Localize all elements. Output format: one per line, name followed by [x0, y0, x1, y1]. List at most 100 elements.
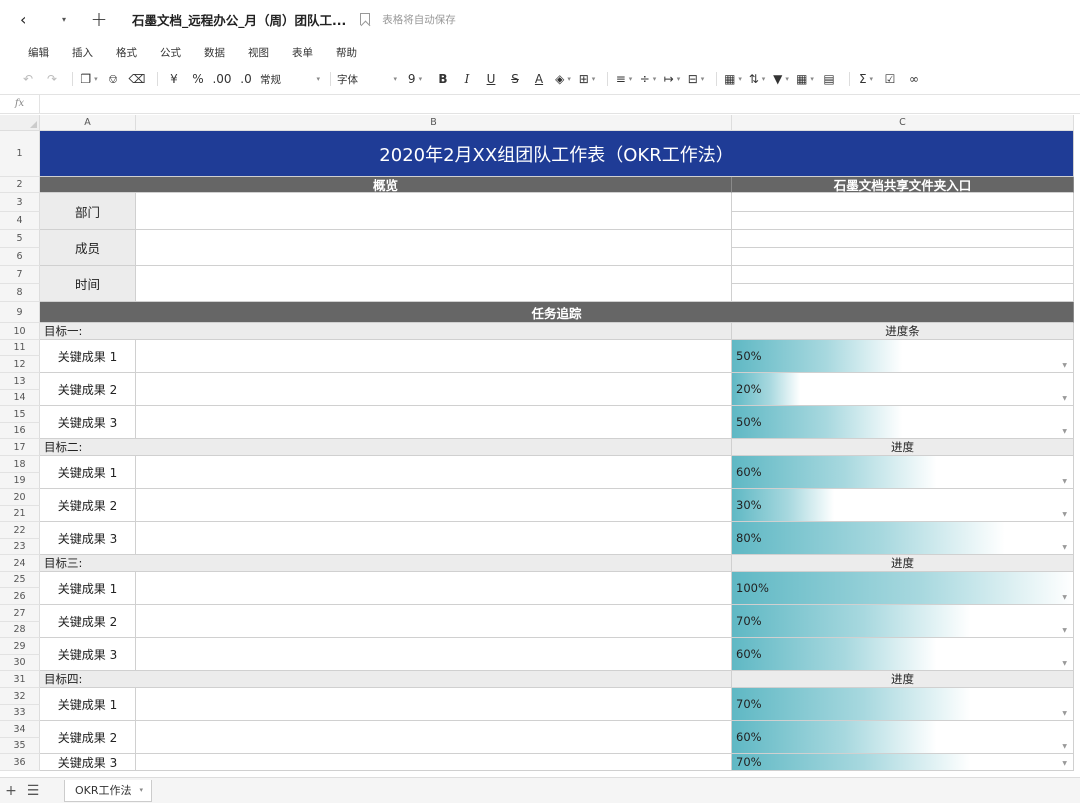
info-value-cell[interactable] [136, 193, 732, 230]
tracking-header[interactable]: 任务追踪 [40, 302, 1074, 323]
currency-button[interactable]: ¥ [164, 68, 184, 90]
key-result-content-cell[interactable] [136, 572, 732, 605]
progress-bar-cell[interactable]: 70% ▼ [732, 605, 1074, 638]
italic-button[interactable]: I [457, 68, 477, 90]
underline-button[interactable]: U [481, 68, 501, 90]
progress-header[interactable]: 进度 [732, 555, 1074, 572]
key-result-label[interactable]: 关键成果 2 [40, 489, 136, 522]
objective-label[interactable]: 目标四: [40, 671, 732, 688]
progress-bar-cell[interactable]: 80% ▼ [732, 522, 1074, 555]
back-arrow-icon[interactable]: ‹ [20, 10, 26, 29]
align-left-icon[interactable]: ≡ ▾ [614, 68, 634, 90]
menu-edit[interactable]: 编辑 [28, 45, 49, 60]
info-value-cell[interactable] [136, 266, 732, 302]
progress-header[interactable]: 进度条 [732, 323, 1074, 340]
progress-bar-cell[interactable]: 20% ▼ [732, 373, 1074, 406]
sort-icon[interactable]: ⇅ ▾ [747, 68, 767, 90]
key-result-content-cell[interactable] [136, 638, 732, 671]
filter-icon[interactable]: ▼ ▾ [771, 68, 791, 90]
key-result-label[interactable]: 关键成果 1 [40, 340, 136, 373]
row-header[interactable]: 15 [0, 406, 40, 423]
folder-link-cell[interactable] [732, 284, 1074, 302]
merge-cells-icon[interactable]: ⊟ ▾ [686, 68, 706, 90]
strikethrough-button[interactable]: S [505, 68, 525, 90]
font-size-select[interactable]: 9 ▾ [401, 68, 429, 90]
folder-link-cell[interactable] [732, 193, 1074, 212]
row-header[interactable]: 2 [0, 177, 40, 193]
row-header[interactable]: 36 [0, 754, 40, 771]
bold-button[interactable]: B [433, 68, 453, 90]
dropdown-arrow-icon[interactable]: ▼ [1062, 660, 1067, 667]
folder-link-cell[interactable] [732, 230, 1074, 248]
progress-bar-cell[interactable]: 60% ▼ [732, 721, 1074, 754]
key-result-label[interactable]: 关键成果 3 [40, 522, 136, 555]
progress-bar-cell[interactable]: 50% ▼ [732, 340, 1074, 373]
table-icon[interactable]: ▦ ▾ [795, 68, 815, 90]
key-result-content-cell[interactable] [136, 754, 732, 771]
dropdown-arrow-icon[interactable]: ▼ [1062, 362, 1067, 369]
menu-view[interactable]: 视图 [248, 45, 269, 60]
decrease-decimal-button[interactable]: .0 [236, 68, 256, 90]
select-all-corner[interactable] [0, 115, 40, 131]
row-header[interactable]: 4 [0, 212, 40, 230]
row-header[interactable]: 12 [0, 356, 40, 373]
folder-link-cell[interactable] [732, 266, 1074, 284]
row-header[interactable]: 22 [0, 522, 40, 539]
progress-bar-cell[interactable]: 60% ▼ [732, 456, 1074, 489]
row-header[interactable]: 18 [0, 456, 40, 473]
menu-help[interactable]: 帮助 [336, 45, 357, 60]
objective-label[interactable]: 目标二: [40, 439, 732, 456]
number-format-select[interactable]: 常规 ▾ [260, 68, 320, 90]
freeze-icon[interactable]: ▦ ▾ [723, 68, 743, 90]
key-result-content-cell[interactable] [136, 456, 732, 489]
progress-header[interactable]: 进度 [732, 439, 1074, 456]
eraser-icon[interactable]: ⌫ [127, 68, 147, 90]
row-header[interactable]: 25 [0, 572, 40, 588]
row-header[interactable]: 16 [0, 423, 40, 439]
row-header[interactable]: 23 [0, 539, 40, 555]
overview-header[interactable]: 概览 [40, 177, 732, 193]
format-painter-icon[interactable]: ⎊ [103, 68, 123, 90]
key-result-label[interactable]: 关键成果 2 [40, 605, 136, 638]
folder-entry-header[interactable]: 石墨文档共享文件夹入口 [732, 177, 1074, 193]
row-header[interactable]: 11 [0, 340, 40, 356]
column-header-b[interactable]: B [136, 115, 732, 131]
percent-button[interactable]: % [188, 68, 208, 90]
row-header[interactable]: 9 [0, 302, 40, 323]
key-result-content-cell[interactable] [136, 489, 732, 522]
row-header[interactable]: 13 [0, 373, 40, 390]
bookmark-icon[interactable] [360, 13, 371, 25]
row-header[interactable]: 26 [0, 588, 40, 605]
dropdown-arrow-icon[interactable]: ▼ [1062, 627, 1067, 634]
dropdown-arrow-icon[interactable]: ▼ [1062, 478, 1067, 485]
key-result-label[interactable]: 关键成果 1 [40, 572, 136, 605]
progress-bar-cell[interactable]: 50% ▼ [732, 406, 1074, 439]
row-header[interactable]: 6 [0, 248, 40, 266]
row-header[interactable]: 21 [0, 506, 40, 522]
checkbox-icon[interactable]: ☑ [880, 68, 900, 90]
fill-color-icon[interactable]: ◈ ▾ [553, 68, 573, 90]
row-header[interactable]: 28 [0, 622, 40, 638]
sheet-title[interactable]: 2020年2月XX组团队工作表（OKR工作法） [40, 131, 1074, 177]
row-header[interactable]: 31 [0, 671, 40, 688]
row-header[interactable]: 24 [0, 555, 40, 572]
row-header[interactable]: 19 [0, 473, 40, 489]
dropdown-arrow-icon[interactable]: ▼ [1062, 743, 1067, 750]
row-header[interactable]: 3 [0, 193, 40, 212]
row-header[interactable]: 33 [0, 705, 40, 721]
add-sheet-icon[interactable]: + [0, 783, 22, 799]
menu-format[interactable]: 格式 [116, 45, 137, 60]
folder-link-cell[interactable] [732, 212, 1074, 230]
document-title[interactable]: 石墨文档_远程办公_月（周）团队工... [132, 10, 346, 29]
progress-bar-cell[interactable]: 60% ▼ [732, 638, 1074, 671]
font-family-select[interactable]: 字体 ▾ [337, 68, 397, 90]
objective-label[interactable]: 目标三: [40, 555, 732, 572]
menu-formula[interactable]: 公式 [160, 45, 181, 60]
wrap-text-icon[interactable]: ↦ ▾ [662, 68, 682, 90]
dropdown-arrow-icon[interactable]: ▼ [1062, 428, 1067, 435]
dropdown-arrow-icon[interactable]: ▼ [1062, 395, 1067, 402]
progress-header[interactable]: 进度 [732, 671, 1074, 688]
key-result-content-cell[interactable] [136, 340, 732, 373]
text-color-button[interactable]: A [529, 68, 549, 90]
key-result-label[interactable]: 关键成果 2 [40, 373, 136, 406]
